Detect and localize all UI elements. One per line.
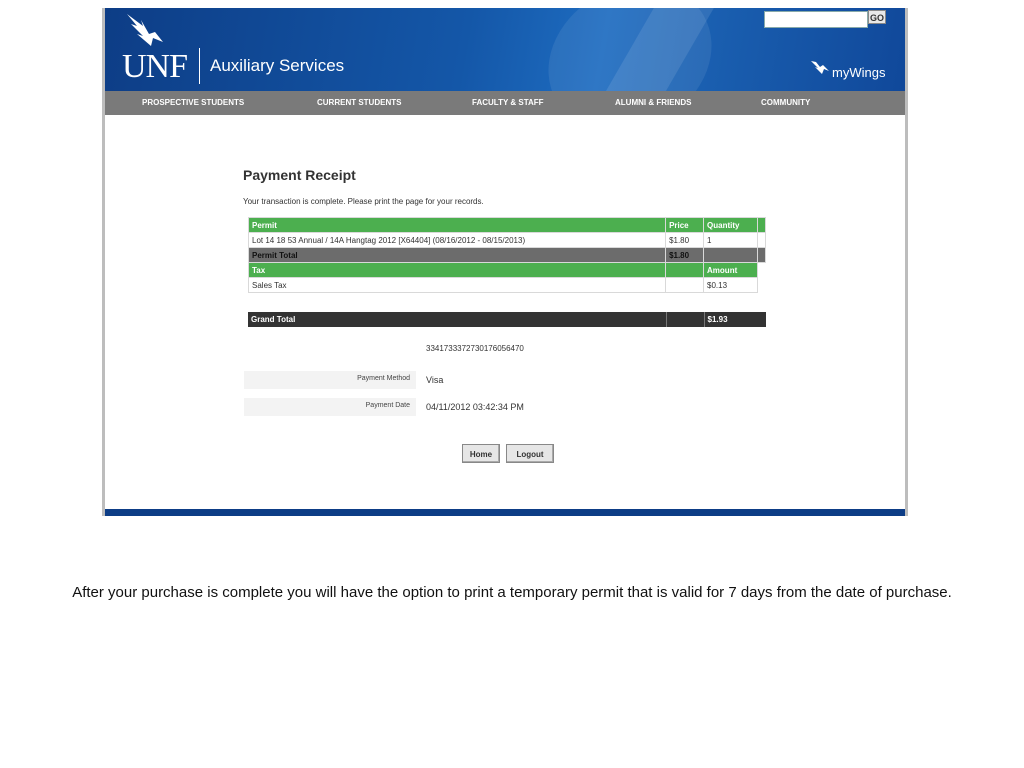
mywings-label: myWings <box>832 65 886 80</box>
search-go-button[interactable]: GO <box>868 10 886 24</box>
site-title[interactable]: Auxiliary Services <box>210 56 344 76</box>
logout-button[interactable]: Logout <box>506 444 554 463</box>
search-input[interactable] <box>764 11 868 28</box>
transaction-message: Your transaction is complete. Please pri… <box>243 197 484 206</box>
header-spacer-cell <box>756 217 767 233</box>
logo-divider <box>199 48 200 84</box>
amount-column-header: Amount <box>703 262 758 278</box>
grand-total-row: Grand Total $1.93 <box>248 312 766 327</box>
table-row: Lot 14 18 53 Annual / 14A Hangtag 2012 [… <box>247 232 767 248</box>
permit-quantity: 1 <box>703 232 758 248</box>
nav-alumni-friends[interactable]: ALUMNI & FRIENDS <box>615 91 691 115</box>
unf-logo-text[interactable]: UNF <box>122 48 188 86</box>
osprey-logo-icon[interactable] <box>123 12 169 52</box>
tax-column-header: Tax <box>247 262 667 278</box>
sales-tax-amount: $0.13 <box>703 277 758 293</box>
home-button[interactable]: Home <box>462 444 500 463</box>
site-header: UNF Auxiliary Services GO myWings <box>105 8 905 91</box>
nav-community[interactable]: COMMUNITY <box>761 91 810 115</box>
payment-method-label: Payment Method <box>357 375 410 382</box>
permit-total-value: $1.80 <box>665 247 705 263</box>
total-spacer-cell <box>756 247 767 263</box>
slide-caption: After your purchase is complete you will… <box>72 584 952 601</box>
sales-tax-label: Sales Tax <box>247 277 667 293</box>
payment-method-label-box: Payment Method <box>244 371 416 389</box>
sales-tax-empty <box>665 277 705 293</box>
permit-description: Lot 14 18 53 Annual / 14A Hangtag 2012 [… <box>247 232 667 248</box>
grand-total-empty <box>666 312 705 327</box>
page-title: Payment Receipt <box>243 167 356 183</box>
footer-bar <box>105 509 905 516</box>
payment-date-label-box: Payment Date <box>244 398 416 416</box>
tax-header-row: Tax Amount <box>247 262 767 278</box>
row-spacer-cell <box>756 232 767 248</box>
table-row: Sales Tax $0.13 <box>247 277 767 293</box>
grand-total-table: Grand Total $1.93 <box>248 312 766 327</box>
grand-total-value: $1.93 <box>704 312 766 327</box>
permit-column-header: Permit <box>247 217 667 233</box>
payment-date-label: Payment Date <box>365 402 410 409</box>
nav-prospective-students[interactable]: PROSPECTIVE STUDENTS <box>142 91 244 115</box>
tax-empty-header <box>665 262 705 278</box>
nav-faculty-staff[interactable]: FACULTY & STAFF <box>472 91 544 115</box>
browser-page-frame: UNF Auxiliary Services GO myWings PROSPE… <box>102 8 908 516</box>
sales-tax-spacer <box>756 277 767 293</box>
receipt-table: Permit Price Quantity Lot 14 18 53 Annua… <box>247 217 767 293</box>
nav-current-students[interactable]: CURRENT STUDENTS <box>317 91 401 115</box>
confirmation-number: 3341733372730176056470 <box>426 344 524 353</box>
price-column-header: Price <box>665 217 705 233</box>
total-empty-cell <box>703 247 758 263</box>
permit-total-label: Permit Total <box>247 247 667 263</box>
tax-header-spacer <box>756 262 767 278</box>
payment-date-value: 04/11/2012 03:42:34 PM <box>426 402 524 412</box>
main-navigation: PROSPECTIVE STUDENTS CURRENT STUDENTS FA… <box>105 91 905 115</box>
quantity-column-header: Quantity <box>703 217 758 233</box>
permit-price: $1.80 <box>665 232 705 248</box>
mywings-bird-icon <box>811 61 829 74</box>
permit-header-row: Permit Price Quantity <box>247 217 767 233</box>
payment-method-value: Visa <box>426 375 444 385</box>
permit-total-row: Permit Total $1.80 <box>247 247 767 263</box>
grand-total-label: Grand Total <box>248 312 667 327</box>
